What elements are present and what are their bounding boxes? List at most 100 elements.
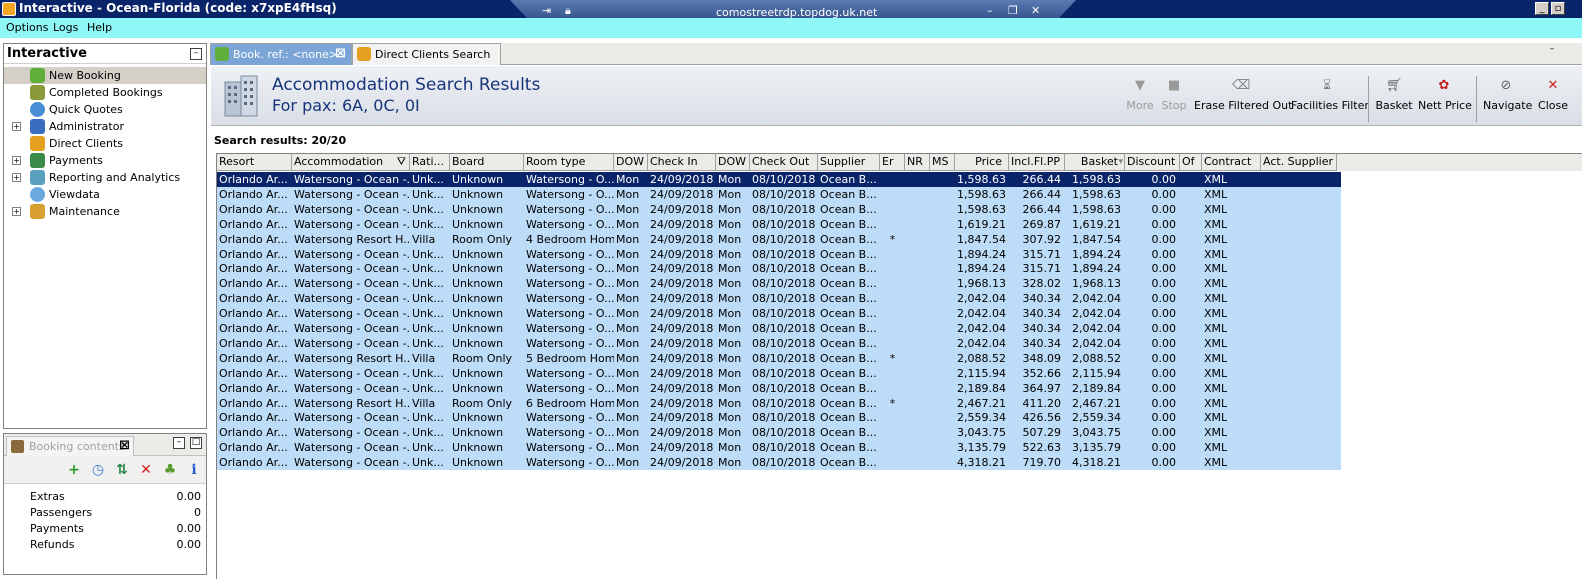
info-icon[interactable]: i — [186, 462, 202, 478]
booking-row-label: Passengers — [30, 506, 93, 519]
minimize-icon[interactable]: _ — [1535, 2, 1549, 15]
table-row[interactable]: Orlando Ar... Watersong Resort H... Villa R… — [217, 395, 1341, 411]
nav-item-administrator[interactable]: + Administrator — [4, 118, 206, 135]
lock-icon[interactable]: 🔒︎ — [565, 5, 571, 17]
expand-icon[interactable]: + — [12, 156, 21, 165]
table-row[interactable]: Orlando Ar... Watersong - Ocean -... Unk..… — [217, 425, 1341, 441]
table-row[interactable]: Orlando Ar... Watersong - Ocean -... Unk..… — [217, 201, 1341, 217]
table-row[interactable]: Orlando Ar... Watersong - Ocean -... Unk..… — [217, 335, 1341, 351]
table-cell: Room Only — [452, 232, 513, 246]
table-cell: 08/10/2018 — [752, 381, 816, 395]
facilities-filter-button[interactable]: ⏳︎ Facilities Filter — [1291, 78, 1369, 118]
expand-icon[interactable]: + — [12, 173, 21, 182]
booking-contents-tab[interactable]: Booking contents ⊠ — [6, 436, 134, 456]
tab-booking-ref[interactable]: Book. ref.: <none> ⊠ — [210, 43, 352, 65]
rdp-close-icon[interactable]: ✕ — [1031, 5, 1040, 17]
table-row[interactable]: Orlando Ar... Watersong - Ocean -... Unk..… — [217, 172, 1341, 187]
table-row[interactable]: Orlando Ar... Watersong Resort H... Villa R… — [217, 350, 1341, 366]
table-row[interactable]: Orlando Ar... Watersong - Ocean -... Unk..… — [217, 380, 1341, 396]
table-cell: Unknown — [452, 411, 504, 425]
nav-item-viewdata[interactable]: Viewdata — [4, 186, 206, 203]
table-cell: Mon — [616, 426, 640, 440]
minimize-panel-icon[interactable]: – — [173, 437, 185, 449]
table-row[interactable]: Orlando Ar... Watersong - Ocean -... Unk..… — [217, 365, 1341, 381]
tab-direct-clients-search[interactable]: Direct Clients Search — [352, 43, 501, 65]
table-row[interactable]: Orlando Ar... Watersong - Ocean -... Unk..… — [217, 291, 1341, 307]
basket-button[interactable]: 🛒︎ Basket — [1374, 78, 1414, 118]
nav-item-completed-bookings[interactable]: Completed Bookings — [4, 84, 206, 101]
nav-item-payments[interactable]: + Payments — [4, 152, 206, 169]
rdp-minimize-icon[interactable]: – — [987, 5, 993, 17]
nav-item-maintenance[interactable]: + Maintenance — [4, 203, 206, 220]
column-header[interactable]: NR — [905, 154, 930, 171]
nav-item-direct-clients[interactable]: Direct Clients — [4, 135, 206, 152]
table-cell: XML — [1204, 202, 1228, 216]
column-header[interactable]: Board — [450, 154, 524, 171]
maximize-icon[interactable]: ▫ — [1551, 2, 1565, 15]
table-row[interactable]: Orlando Ar... Watersong - Ocean -... Unk..… — [217, 321, 1341, 336]
column-header[interactable]: Act. Supplier — [1261, 154, 1337, 171]
column-header[interactable]: Of — [1180, 154, 1202, 171]
table-row[interactable]: Orlando Ar... Watersong - Ocean -... Unk..… — [217, 186, 1341, 202]
table-row[interactable]: Orlando Ar... Watersong Resort H... Villa R… — [217, 231, 1341, 247]
column-header[interactable]: Er — [880, 154, 905, 171]
pin-icon[interactable]: ⇥ — [542, 5, 551, 17]
table-cell: 0.00 — [1151, 366, 1177, 380]
column-header[interactable]: Incl.Fl.PP — [1009, 154, 1065, 171]
minimize-view-icon[interactable]: – — [1546, 45, 1558, 57]
table-row[interactable]: Orlando Ar... Watersong - Ocean -... Unk..… — [217, 276, 1341, 292]
column-header[interactable]: Resort — [217, 154, 292, 171]
column-header[interactable]: DOW — [614, 154, 648, 171]
column-header[interactable]: Discount — [1125, 154, 1180, 171]
stop-button[interactable]: ■ Stop — [1159, 78, 1189, 118]
delete-icon[interactable]: ✕ — [138, 462, 154, 478]
column-header[interactable]: MS — [930, 154, 955, 171]
column-header[interactable]: Supplier — [818, 154, 880, 171]
table-row[interactable]: Orlando Ar... Watersong - Ocean -... Unk..… — [217, 246, 1341, 262]
column-header[interactable]: Price — [955, 154, 1009, 171]
table-cell: 2,467.21 — [957, 396, 1006, 410]
add-icon[interactable]: + — [66, 462, 82, 478]
menu-options[interactable]: Options — [6, 21, 48, 34]
column-header[interactable]: Basket ▾ — [1065, 154, 1125, 171]
expand-icon[interactable]: + — [12, 122, 21, 131]
close-tab-icon[interactable]: ⊠ — [335, 46, 346, 61]
column-header[interactable]: Room type — [524, 154, 614, 171]
table-row[interactable]: Orlando Ar... Watersong - Ocean -... Unk..… — [217, 216, 1341, 232]
table-cell — [880, 336, 905, 351]
nav-item-quick-quotes[interactable]: Quick Quotes — [4, 101, 206, 118]
column-header[interactable]: Contract — [1202, 154, 1261, 171]
table-cell — [905, 396, 930, 411]
menu-help[interactable]: Help — [87, 21, 112, 34]
more-button[interactable]: ▼ More — [1125, 78, 1155, 118]
table-cell: 2,115.94 — [957, 366, 1006, 380]
maximize-panel-icon[interactable]: □ — [190, 437, 202, 449]
nav-item-reporting[interactable]: + Reporting and Analytics — [4, 169, 206, 186]
column-header[interactable]: Check In — [648, 154, 716, 171]
table-cell: 348.09 — [1022, 351, 1062, 365]
close-button[interactable]: ✕ Close — [1537, 78, 1569, 118]
nett-price-button[interactable]: ✿ Nett Price — [1418, 78, 1472, 118]
column-header[interactable]: DOW — [716, 154, 750, 171]
transfer-icon[interactable]: ⇅ — [114, 462, 130, 478]
collapse-icon[interactable]: – — [190, 48, 202, 60]
column-header[interactable]: Check Out — [750, 154, 818, 171]
navigate-button[interactable]: ⊘ Navigate — [1483, 78, 1532, 118]
column-header[interactable]: Accommodation ⛛ — [292, 154, 410, 171]
menu-logs[interactable]: Logs — [53, 21, 78, 34]
filter-icon[interactable]: ⛛ — [397, 154, 406, 170]
column-header[interactable]: Rati... — [410, 154, 450, 171]
table-row[interactable]: Orlando Ar... Watersong - Ocean -... Unk..… — [217, 455, 1341, 471]
palm-tree-icon[interactable]: ♣ — [162, 462, 178, 478]
table-cell — [930, 232, 955, 247]
rdp-restore-icon[interactable]: ❐ — [1008, 5, 1018, 17]
table-row[interactable]: Orlando Ar... Watersong - Ocean -... Unk..… — [217, 440, 1341, 456]
table-row[interactable]: Orlando Ar... Watersong - Ocean -... Unk..… — [217, 410, 1341, 426]
close-tab-icon[interactable]: ⊠ — [119, 438, 130, 453]
table-row[interactable]: Orlando Ar... Watersong - Ocean -... Unk..… — [217, 261, 1341, 277]
expand-icon[interactable]: + — [12, 207, 21, 216]
table-row[interactable]: Orlando Ar... Watersong - Ocean -... Unk..… — [217, 306, 1341, 322]
clock-icon[interactable]: ◷ — [90, 462, 106, 478]
nav-item-new-booking[interactable]: New Booking — [4, 67, 206, 84]
erase-filtered-out-button[interactable]: ⌫ Erase Filtered Out — [1194, 78, 1292, 118]
